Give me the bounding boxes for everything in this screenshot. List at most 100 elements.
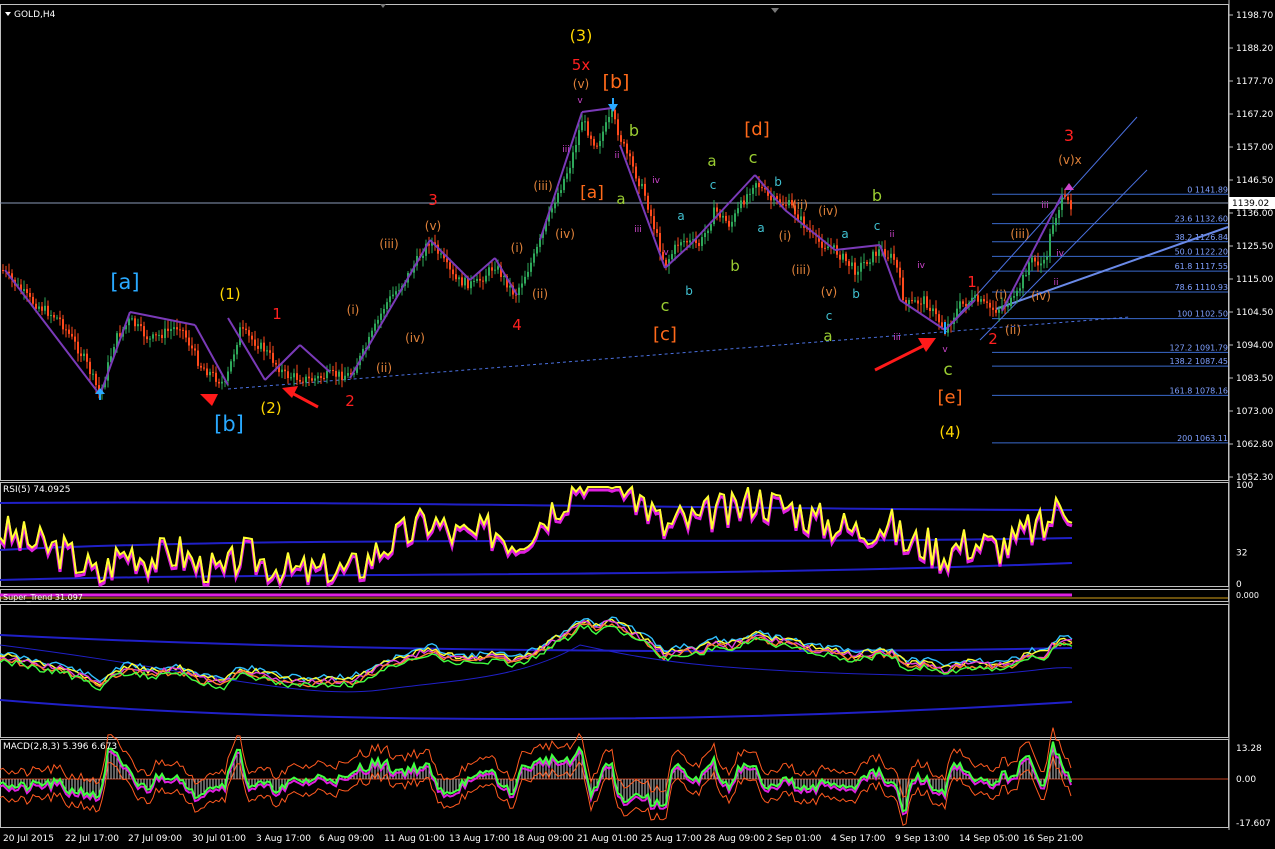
candle-body: [245, 328, 247, 331]
zigzag-segment: [539, 111, 583, 241]
candle-body: [920, 303, 922, 305]
price-tick-label: 1094.00: [1236, 341, 1273, 351]
wave-label: iii: [1041, 201, 1049, 211]
macd-axis-label: -17.607: [1236, 819, 1271, 829]
fib-label: 0 1141.89: [1187, 185, 1228, 194]
candle-body: [620, 135, 622, 142]
wave-label: iv: [1056, 249, 1065, 259]
wave-label: a: [823, 327, 832, 345]
candle-body: [686, 241, 688, 243]
candle-body: [1067, 196, 1069, 201]
wave-label: (v)x: [1058, 153, 1082, 167]
time-tick-label: 27 Jul 09:00: [128, 834, 182, 844]
candle-body: [305, 376, 307, 383]
dropdown-triangle-icon[interactable]: [5, 12, 11, 16]
candle-body: [917, 300, 919, 304]
candle-body: [716, 207, 718, 212]
candle-body: [860, 262, 862, 272]
zigzag-segment: [834, 244, 881, 251]
candle-body: [872, 251, 874, 263]
wave-label: (iii): [1010, 227, 1029, 241]
candle-body: [617, 119, 619, 136]
candle-body: [608, 116, 610, 123]
wave-label: (ii): [1005, 323, 1021, 337]
macd-label: MACD(2,8,3) 5.396 6.673: [3, 742, 117, 752]
candle-body: [938, 314, 940, 323]
candle-body: [800, 216, 802, 220]
candle-body: [839, 254, 841, 260]
candle-body: [161, 334, 163, 339]
candle-body: [80, 353, 82, 357]
candle-body: [983, 299, 985, 302]
candle-body: [131, 318, 133, 320]
candle-body: [965, 303, 967, 307]
candle-body: [41, 306, 43, 311]
candle-body: [929, 307, 931, 312]
candle-body: [158, 334, 160, 336]
candle-body: [704, 233, 706, 238]
candle-body: [680, 242, 682, 246]
zigzag-segment: [299, 344, 331, 373]
wave-label: ii: [614, 151, 619, 161]
wave-label: (ii): [532, 287, 548, 301]
candle-body: [284, 369, 286, 372]
current-price-label: 1139.02: [1232, 199, 1269, 209]
candle-body: [866, 262, 868, 264]
candle-body: [998, 309, 1000, 313]
candle-body: [461, 277, 463, 286]
candle-body: [962, 301, 964, 304]
price-tick-label: 1146.50: [1236, 176, 1273, 186]
candle-body: [86, 353, 88, 362]
candle-body: [722, 215, 724, 218]
candle-body: [647, 195, 649, 210]
rsi-label: RSI(5) 74.0925: [3, 485, 70, 495]
candle-body: [170, 329, 172, 331]
price-tick-label: 1125.50: [1236, 242, 1273, 252]
mt4-chart-window[interactable]: GOLD,H4 1198.70 1188.20 1177.70 1167.20 1157…: [0, 0, 1275, 845]
candle-body: [740, 200, 742, 209]
candle-body: [875, 251, 877, 256]
candle-body: [155, 334, 157, 336]
candle-body: [269, 350, 271, 353]
wave-label: ii: [889, 230, 894, 240]
candle-body: [227, 371, 229, 381]
wave-label: iii: [893, 333, 901, 343]
time-tick-label: 11 Aug 01:00: [384, 834, 445, 844]
fibonacci-levels[interactable]: 0 1141.8923.6 1132.6038.2 1126.8450.0 11…: [992, 185, 1228, 444]
candle-body: [857, 271, 859, 275]
candle-body: [986, 301, 988, 303]
candle-body: [638, 178, 640, 187]
candle-body: [752, 187, 754, 194]
candle-body: [755, 183, 757, 188]
candle-body: [464, 277, 466, 286]
wave-label: iv: [652, 176, 661, 186]
candle-body: [878, 249, 880, 256]
wave-label: c: [661, 296, 670, 315]
zigzag-segment: [494, 257, 518, 296]
candle-body: [89, 361, 91, 375]
chart-canvas[interactable]: GOLD,H4 1198.70 1188.20 1177.70 1167.20 1157…: [0, 0, 1275, 845]
candle-body: [551, 208, 553, 213]
candle-body: [743, 200, 745, 205]
wave-label: c: [943, 360, 952, 380]
price-tick-label: 1136.00: [1236, 209, 1273, 219]
candle-body: [959, 301, 961, 309]
price-tick-label: 1167.20: [1236, 110, 1273, 120]
candle-body: [689, 240, 691, 243]
candle-body: [371, 330, 373, 337]
wave-label: b: [774, 175, 782, 189]
candle-body: [347, 373, 349, 376]
candle-body: [344, 375, 346, 380]
macd-axis-label: 13.28: [1236, 744, 1262, 754]
candle-body: [887, 257, 889, 259]
wave-label: [b]: [603, 71, 630, 93]
wave-label: 4: [512, 316, 522, 334]
candle-body: [854, 262, 856, 275]
candle-body: [209, 371, 211, 376]
price-tick-label: 1115.00: [1236, 275, 1273, 285]
candle-body: [179, 329, 181, 331]
candle-body: [1028, 262, 1030, 275]
time-tick-label: 14 Sep 05:00: [959, 834, 1019, 844]
candle-body: [563, 178, 565, 191]
candle-body: [230, 361, 232, 372]
